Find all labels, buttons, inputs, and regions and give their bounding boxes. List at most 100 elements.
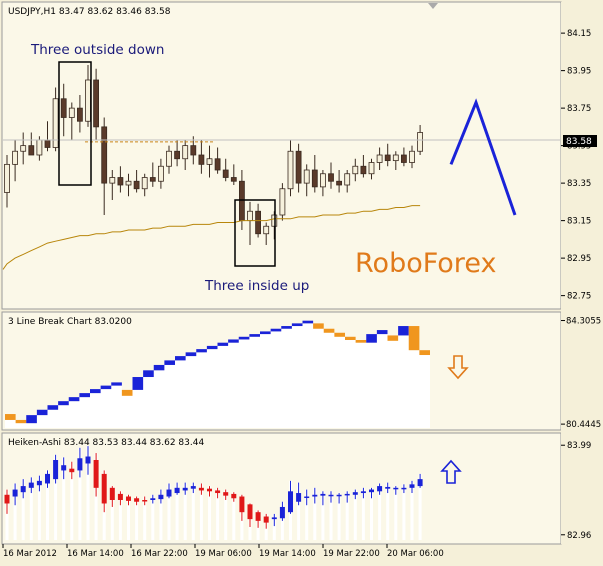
candle-body [384,154,391,162]
ha-body [271,517,277,520]
candle-body [93,79,99,128]
candle-body [368,162,375,175]
three-line-block [281,326,292,329]
three-line-block [366,334,377,343]
candle-body [190,145,197,156]
candle-body [166,150,172,167]
candle-body [417,132,424,152]
ha-body [77,458,83,471]
three-line-block [143,370,154,378]
ha-body [385,486,391,489]
candle-body [109,177,116,184]
ha-body [320,493,326,496]
tlb-tick-label: 80.4445 [566,420,601,430]
candle-body [392,154,399,162]
three-line-block [313,323,324,329]
candle-body [36,139,43,156]
candle-body [28,145,35,156]
candle-body [125,180,132,186]
three-line-block [228,339,239,343]
three-line-block [121,389,133,396]
candle-body [141,177,148,190]
ha-body [109,487,115,500]
ha-body [360,491,366,494]
candle-body [263,225,270,235]
ha-body [352,492,358,495]
ha-body [182,487,188,491]
candle-body [230,177,237,182]
ha-body [28,482,34,488]
ha-body [53,460,59,480]
candle-body [20,145,27,152]
three-line-block [175,356,186,361]
ha-body [93,460,99,488]
three-line-block [132,377,144,390]
ha-body [344,493,350,496]
three-line-block [58,401,69,406]
ha-body [223,492,229,496]
tlb-tick-label: 84.3055 [566,317,601,327]
y-tick-label: 82.75 [567,292,591,302]
three-line-block [419,350,430,356]
ha-body [166,489,172,497]
ha-body [158,494,164,500]
brand-label: RoboForex [355,248,496,279]
candle-body [149,177,156,182]
three-line-block [260,331,271,335]
three-line-block [68,397,80,402]
three-line-block [249,334,260,337]
three-line-block [185,352,197,357]
ha-body [69,468,75,473]
ha-body [304,496,310,499]
ha-body [134,498,140,502]
ha-body [239,496,245,513]
candle-body [133,180,140,190]
ha-body [20,486,26,493]
x-tick-label: 16 Mar 14:00 [67,549,124,559]
x-tick-label: 16 Mar 22:00 [131,549,188,559]
three-line-block [376,330,388,335]
candle-body [68,107,75,118]
candle-body [360,165,367,175]
three-line-block [387,335,399,341]
ha-body [336,494,342,497]
three-line-block [206,345,218,350]
ha-tick-label: 82.96 [567,531,591,541]
y-tick-label: 84.15 [567,29,591,39]
candle-body [44,139,51,148]
ha-body [328,494,334,497]
three-line-block [334,332,345,337]
candle-body [247,210,253,222]
three-line-block [323,328,335,333]
ha-body [247,504,253,520]
candle-body [85,79,91,122]
three-line-block [111,382,122,386]
candle-body [157,165,164,182]
ha-body [101,473,107,504]
x-tick-label: 16 Mar 2012 [3,549,57,559]
ha-body [12,489,18,497]
candle-body [303,169,310,184]
ha-body [150,498,156,500]
candle-body [352,165,359,175]
heiken-ashi-header: Heiken-Ashi 83.44 83.53 83.44 83.62 83.4… [8,438,204,448]
main-header: USDJPY,H1 83.47 83.62 83.46 83.58 [8,7,171,17]
ha-body [369,489,374,493]
x-tick-label: 19 Mar 14:00 [259,549,316,559]
ha-body [417,479,423,487]
y-tick-label: 83.35 [567,179,591,189]
three-line-block [196,349,207,353]
candle-body [101,126,108,184]
candle-body [77,107,83,122]
three-line-block [217,342,229,346]
candle-body [60,98,67,118]
three-line-block [90,389,101,394]
y-tick-label: 82.95 [567,254,591,264]
ha-body [45,473,50,484]
candle-body [311,169,318,188]
ha-body [279,506,285,519]
candle-body [376,154,383,163]
three-line-block [100,385,112,390]
three-line-block [291,323,303,327]
candle-body [336,180,343,186]
